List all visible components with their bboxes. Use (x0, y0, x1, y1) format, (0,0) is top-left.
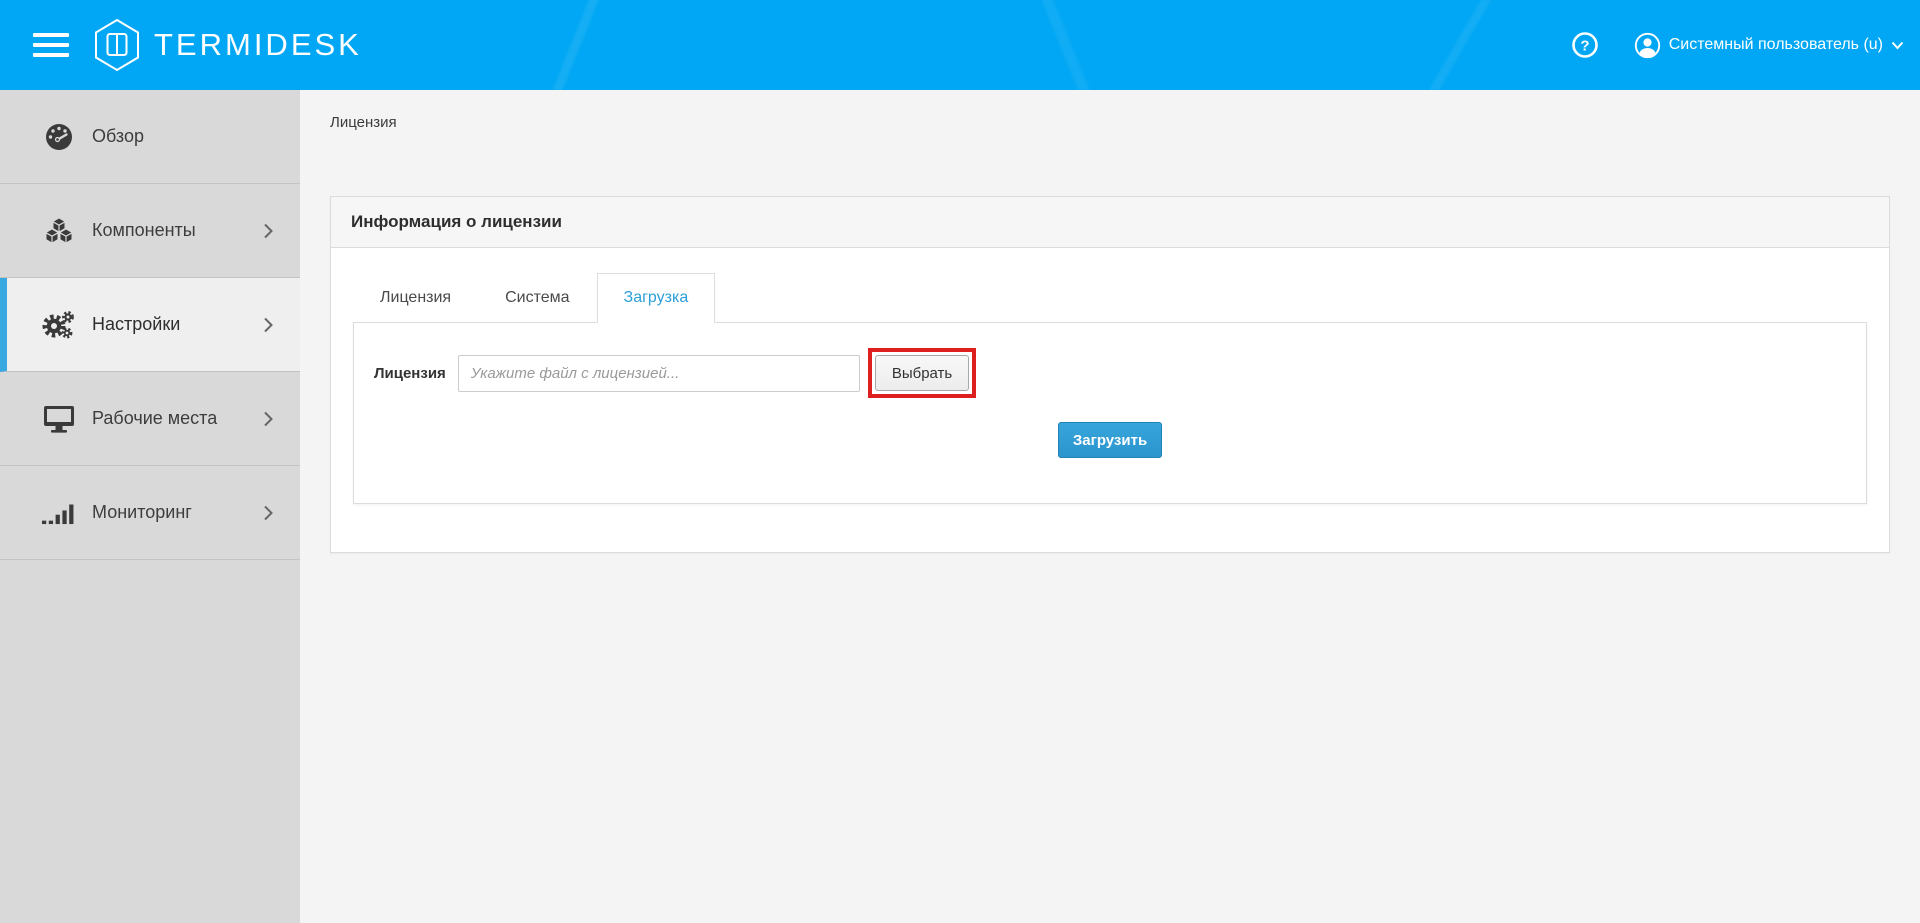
sidebar-item-overview[interactable]: Обзор (0, 90, 300, 184)
choose-file-button[interactable]: Выбрать (875, 355, 969, 391)
brand-logo: TERMIDESK (93, 18, 362, 72)
red-highlight-annotation: Выбрать (868, 348, 976, 398)
panel-body: Лицензия Система Загрузка Лицензия Выбра… (331, 248, 1889, 552)
tab-bar: Лицензия Система Загрузка (353, 273, 1867, 323)
tab-license[interactable]: Лицензия (353, 273, 478, 323)
sidebar: Обзор Компоненты (0, 90, 300, 923)
sidebar-item-workplaces[interactable]: Рабочие места (0, 372, 300, 466)
main-content: Лицензия Информация о лицензии Лицензия … (300, 90, 1920, 923)
sidebar-item-settings[interactable]: Настройки (0, 278, 300, 372)
question-glyph: ? (1580, 38, 1589, 55)
sidebar-item-monitoring[interactable]: Мониторинг (0, 466, 300, 560)
upload-button[interactable]: Загрузить (1058, 422, 1162, 458)
brand-name: TERMIDESK (154, 27, 362, 63)
monitor-icon (40, 404, 78, 434)
sidebar-item-label: Компоненты (92, 220, 263, 241)
license-info-panel: Информация о лицензии Лицензия Система З… (330, 196, 1890, 553)
dashboard-icon (40, 122, 78, 152)
signal-bars-icon (40, 499, 78, 527)
upload-tab-content: Лицензия Выбрать Загрузить (353, 322, 1867, 504)
breadcrumb: Лицензия (330, 114, 1890, 131)
tab-system[interactable]: Система (478, 273, 596, 323)
sidebar-item-label: Мониторинг (92, 502, 263, 523)
chevron-right-icon (263, 316, 274, 334)
caret-down-icon (1891, 41, 1904, 50)
top-bar-right: ? Системный пользователь (u) (1571, 31, 1904, 59)
upload-button-row: Загрузить (374, 422, 1846, 458)
top-bar: TERMIDESK ? Системный пользователь (u) (0, 0, 1920, 90)
top-bar-left: TERMIDESK (33, 18, 362, 72)
hamburger-menu-icon[interactable] (33, 27, 69, 63)
cubes-icon (40, 216, 78, 246)
panel-title: Информация о лицензии (331, 197, 1889, 248)
chevron-right-icon (263, 504, 274, 522)
sidebar-item-label: Обзор (92, 126, 274, 147)
license-file-input[interactable] (458, 355, 860, 392)
license-file-row: Лицензия Выбрать (374, 348, 1846, 398)
chevron-right-icon (263, 410, 274, 428)
help-icon[interactable]: ? (1571, 31, 1599, 59)
user-name: Системный пользователь (u) (1669, 36, 1883, 54)
user-avatar-icon (1634, 32, 1661, 59)
license-field-label: Лицензия (374, 355, 446, 392)
gears-icon (40, 309, 78, 341)
hexagon-logo-icon (93, 18, 141, 72)
user-menu[interactable]: Системный пользователь (u) (1634, 32, 1904, 59)
sidebar-item-components[interactable]: Компоненты (0, 184, 300, 278)
sidebar-item-label: Настройки (92, 314, 263, 335)
tab-upload[interactable]: Загрузка (597, 273, 716, 323)
chevron-right-icon (263, 222, 274, 240)
sidebar-item-label: Рабочие места (92, 408, 263, 429)
